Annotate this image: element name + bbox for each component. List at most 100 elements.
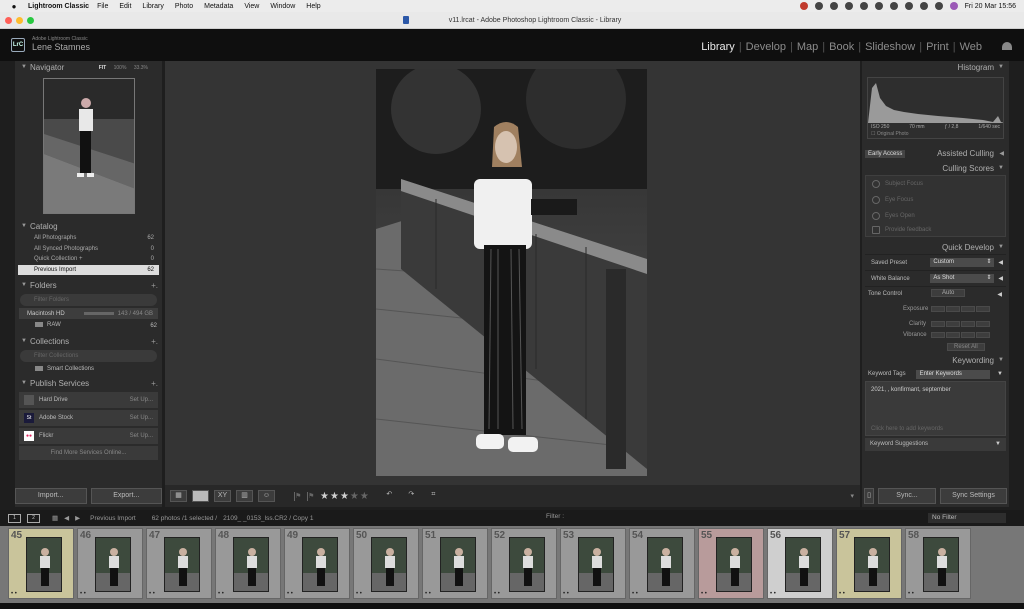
- selected-filename[interactable]: 2109_ _0153_lss.CR2 / Copy 1: [223, 515, 313, 522]
- apple-menu-icon[interactable]: ●: [8, 2, 20, 11]
- filmstrip-cell[interactable]: 56 • •: [767, 528, 833, 599]
- status-icon[interactable]: [814, 2, 823, 10]
- folder-item[interactable]: RAW 62: [15, 320, 162, 331]
- assisted-culling-header[interactable]: Early Access Assisted Culling ◀: [862, 147, 1009, 160]
- module-print[interactable]: Print: [922, 41, 953, 53]
- service-flickr[interactable]: ●● Flickr Set Up...: [19, 428, 158, 444]
- catalog-item[interactable]: All Synced Photographs 0: [18, 244, 159, 255]
- exposure-buttons[interactable]: [931, 306, 990, 312]
- menu-view[interactable]: View: [244, 3, 259, 10]
- catalog-item[interactable]: Quick Collection + 0: [18, 254, 159, 265]
- menu-clock[interactable]: Fri 20 Mar 15:56: [965, 3, 1016, 10]
- filmstrip[interactable]: 45 • • 46 • • 47 • • 48 • • 49 • • 50 • • 51 • • 52 • •…: [0, 526, 1024, 603]
- filmstrip-thumbnail[interactable]: [854, 537, 890, 592]
- culling-scores-header[interactable]: Culling Scores ▼: [862, 162, 1009, 175]
- status-icon[interactable]: [874, 2, 883, 10]
- menu-library[interactable]: Library: [142, 3, 163, 10]
- grid-icon[interactable]: ▦: [52, 514, 58, 522]
- minimize-window-icon[interactable]: [16, 17, 23, 24]
- histogram-header[interactable]: Histogram ▼: [862, 61, 1009, 74]
- star-icon[interactable]: ★: [330, 491, 340, 502]
- status-icon[interactable]: [799, 2, 808, 10]
- navigator-header[interactable]: ▼ Navigator FIT 100% 33.3%: [15, 61, 162, 74]
- catalog-item-selected[interactable]: Previous Import 62: [18, 264, 159, 275]
- crop-overlay-icon[interactable]: ⌗: [425, 490, 442, 502]
- close-window-icon[interactable]: [5, 17, 12, 24]
- second-window-button[interactable]: 2: [27, 513, 40, 523]
- status-icon[interactable]: [889, 2, 898, 10]
- filmstrip-thumbnail[interactable]: [440, 537, 476, 592]
- service-setup[interactable]: Set Up...: [130, 433, 153, 439]
- filter-select[interactable]: No Filter: [928, 513, 1006, 523]
- zoom-33[interactable]: 33.3%: [134, 65, 148, 71]
- people-view-button[interactable]: ☺: [258, 490, 275, 502]
- filmstrip-thumbnail[interactable]: [785, 537, 821, 592]
- back-arrow-icon[interactable]: ◀: [64, 514, 69, 522]
- menu-help[interactable]: Help: [306, 3, 320, 10]
- sync-settings-button[interactable]: Sync Settings: [940, 488, 1007, 504]
- status-icon[interactable]: [829, 2, 838, 10]
- zoom-window-icon[interactable]: [27, 17, 34, 24]
- disclosure-triangle-icon[interactable]: ◀: [997, 291, 1002, 298]
- menu-photo[interactable]: Photo: [175, 3, 193, 10]
- collapse-triangle-icon[interactable]: ▼: [998, 64, 1004, 70]
- module-book[interactable]: Book: [825, 41, 858, 53]
- publish-services-header[interactable]: ▼ Publish Services +.: [15, 377, 162, 390]
- survey-view-button[interactable]: ▥: [236, 490, 253, 502]
- grid-view-button[interactable]: ▦: [170, 490, 187, 502]
- star-rating[interactable]: ★★★★★: [320, 491, 370, 502]
- star-icon[interactable]: ★: [360, 491, 370, 502]
- add-collection-icon[interactable]: +.: [151, 337, 158, 346]
- collapse-triangle-icon[interactable]: ◀: [999, 150, 1004, 157]
- provide-feedback-link[interactable]: Provide feedback: [866, 224, 1005, 236]
- module-develop[interactable]: Develop: [742, 41, 790, 53]
- service-setup[interactable]: Set Up...: [130, 397, 153, 403]
- menu-file[interactable]: File: [97, 3, 108, 10]
- cloud-sync-icon[interactable]: [1002, 42, 1012, 50]
- saved-preset-select[interactable]: Custom ⇕: [930, 258, 995, 267]
- collection-filter-input[interactable]: Filter Collections: [20, 350, 157, 362]
- filmstrip-cell[interactable]: 51 • •: [422, 528, 488, 599]
- zoom-fit[interactable]: FIT: [99, 65, 107, 71]
- disclosure-triangle-icon[interactable]: ◀: [998, 259, 1003, 266]
- keyword-suggestions-row[interactable]: Keyword Suggestions ▼: [865, 438, 1006, 451]
- star-icon[interactable]: ★: [320, 491, 330, 502]
- collapse-triangle-icon[interactable]: ▼: [21, 338, 27, 344]
- control-center-icon[interactable]: [934, 2, 943, 10]
- filmstrip-thumbnail[interactable]: [371, 537, 407, 592]
- loupe-view[interactable]: [165, 61, 860, 485]
- filmstrip-cell[interactable]: 47 • •: [146, 528, 212, 599]
- flag-pick-icon[interactable]: ⚑: [294, 491, 302, 501]
- white-balance-select[interactable]: As Shot ⇕: [930, 274, 995, 283]
- filmstrip-thumbnail[interactable]: [509, 537, 545, 592]
- status-icon[interactable]: [844, 2, 853, 10]
- module-slideshow[interactable]: Slideshow: [861, 41, 919, 53]
- navigator-preview[interactable]: [42, 78, 135, 214]
- filmstrip-thumbnail[interactable]: [302, 537, 338, 592]
- rotate-left-icon[interactable]: ↶: [381, 490, 398, 502]
- filmstrip-cell[interactable]: 53 • •: [560, 528, 626, 599]
- service-adobe-stock[interactable]: St Adobe Stock Set Up...: [19, 410, 158, 426]
- search-icon[interactable]: [904, 2, 913, 10]
- filmstrip-thumbnail[interactable]: [233, 537, 269, 592]
- histogram[interactable]: ISO 250 70 mm ƒ / 2,8 1/640 sec ☐ Origin…: [867, 77, 1004, 139]
- main-photo[interactable]: [376, 69, 647, 476]
- menu-metadata[interactable]: Metadata: [204, 3, 233, 10]
- dropdown-arrow-icon[interactable]: ▼: [997, 371, 1003, 377]
- auto-tone-button[interactable]: Auto: [931, 289, 966, 297]
- filmstrip-cell[interactable]: 57 • •: [836, 528, 902, 599]
- export-button[interactable]: Export...: [90, 488, 162, 504]
- keywording-header[interactable]: Keywording ▼: [862, 354, 1009, 367]
- toolbar-menu-icon[interactable]: ▾: [850, 492, 854, 500]
- filmstrip-thumbnail[interactable]: [95, 537, 131, 592]
- filmstrip-cell[interactable]: 54 • •: [629, 528, 695, 599]
- star-icon[interactable]: ★: [350, 491, 360, 502]
- vibrance-buttons[interactable]: [931, 332, 990, 338]
- filmstrip-cell[interactable]: 55 • •: [698, 528, 764, 599]
- collections-header[interactable]: ▼ Collections +.: [15, 335, 162, 348]
- filmstrip-thumbnail[interactable]: [26, 537, 62, 592]
- collapse-triangle-icon[interactable]: ▼: [998, 244, 1004, 250]
- collapse-triangle-icon[interactable]: ▼: [998, 357, 1004, 363]
- rotate-right-icon[interactable]: ↷: [403, 490, 420, 502]
- menu-edit[interactable]: Edit: [119, 3, 131, 10]
